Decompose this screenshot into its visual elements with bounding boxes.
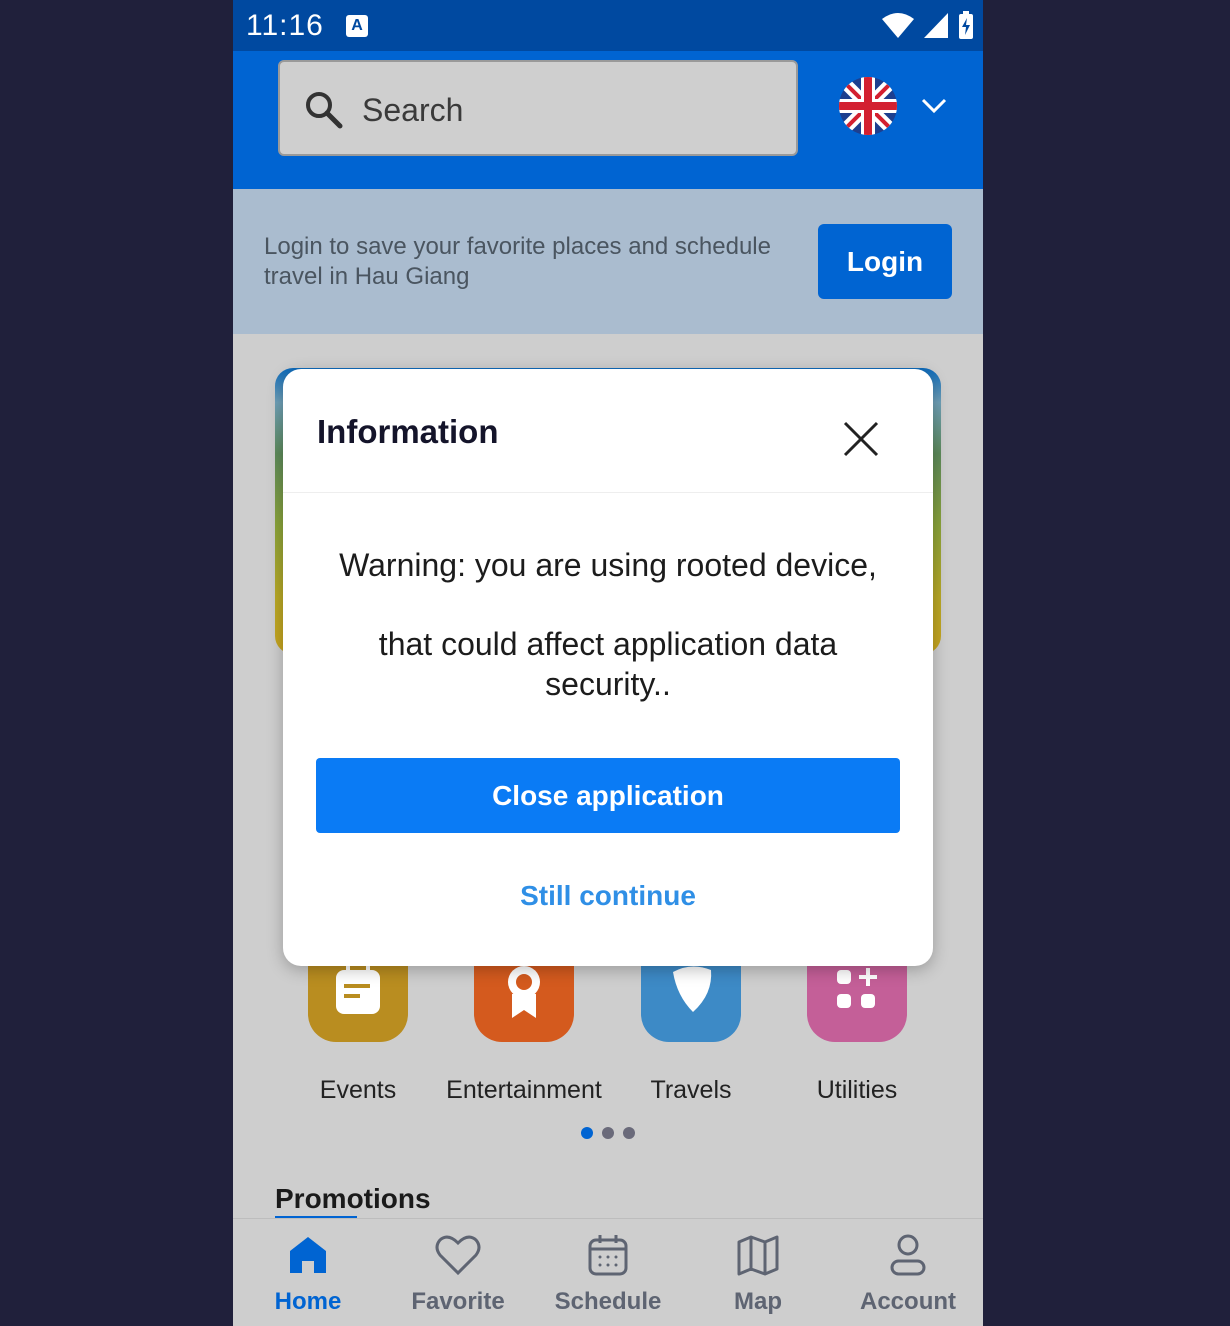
system-icons [881,10,975,40]
close-icon[interactable] [841,419,881,459]
dialog-divider [283,492,933,493]
nav-account[interactable]: Account [833,1233,983,1316]
nav-label: Schedule [554,1288,662,1315]
search-placeholder: Search [362,92,464,128]
carousel-pagination [581,1127,635,1139]
still-continue-button[interactable]: Still continue [316,863,900,929]
nav-label: Favorite [411,1288,505,1315]
user-icon [890,1234,926,1276]
category-label: Events [319,1076,397,1104]
category-label: Travels [650,1076,732,1104]
heart-icon [435,1235,481,1276]
notification-a-icon: A [346,15,368,37]
search-input[interactable]: Search [278,60,798,156]
battery-charging-icon [959,11,973,39]
category-entertainment[interactable]: Entertainment [441,950,607,1105]
bottom-navigation: Home Favorite Schedule Map Account [233,1218,983,1326]
uk-flag-icon[interactable] [839,77,897,135]
dialog-title: Information [317,413,499,450]
top-bar: Search [233,51,983,189]
signal-icon [924,13,948,38]
nav-schedule[interactable]: Schedule [533,1233,683,1316]
home-icon [290,1237,326,1273]
login-message: Login to save your favorite places and s… [264,233,771,290]
nav-label: Home [274,1288,342,1315]
dialog-message-line2: that could affect application data secur… [378,626,838,702]
search-icon [306,92,343,129]
nav-home[interactable]: Home [233,1233,383,1316]
nav-favorite[interactable]: Favorite [383,1233,533,1316]
dialog-message-line1: Warning: you are using rooted device, [339,547,877,583]
nav-label: Account [860,1288,956,1315]
map-icon [737,1235,779,1276]
pagination-dot[interactable] [602,1127,614,1139]
information-dialog: Information Warning: you are using roote… [283,369,933,966]
login-button[interactable]: Login [818,224,952,299]
dialog-message: Warning: you are using rooted device, th… [313,545,903,704]
calendar-icon [588,1235,628,1276]
category-utilities[interactable]: Utilities [774,950,940,1105]
nav-map[interactable]: Map [683,1233,833,1316]
category-travels[interactable]: Travels [608,950,774,1105]
pagination-dot[interactable] [623,1127,635,1139]
wifi-icon [882,13,914,38]
category-label: Utilities [816,1076,898,1104]
status-bar: 11:16 A [233,0,983,51]
pagination-dot-active[interactable] [581,1127,593,1139]
login-banner: Login to save your favorite places and s… [233,189,983,334]
status-time: 11:16 [246,9,324,42]
nav-label: Map [734,1288,782,1315]
promotions-title: Promotions [275,1183,431,1214]
category-label: Entertainment [446,1076,602,1104]
category-events[interactable]: Events [275,950,441,1105]
close-application-button[interactable]: Close application [316,758,900,833]
category-grid: Events Entertainment Travels Utilities [233,950,983,1110]
chevron-down-icon[interactable] [921,97,947,115]
